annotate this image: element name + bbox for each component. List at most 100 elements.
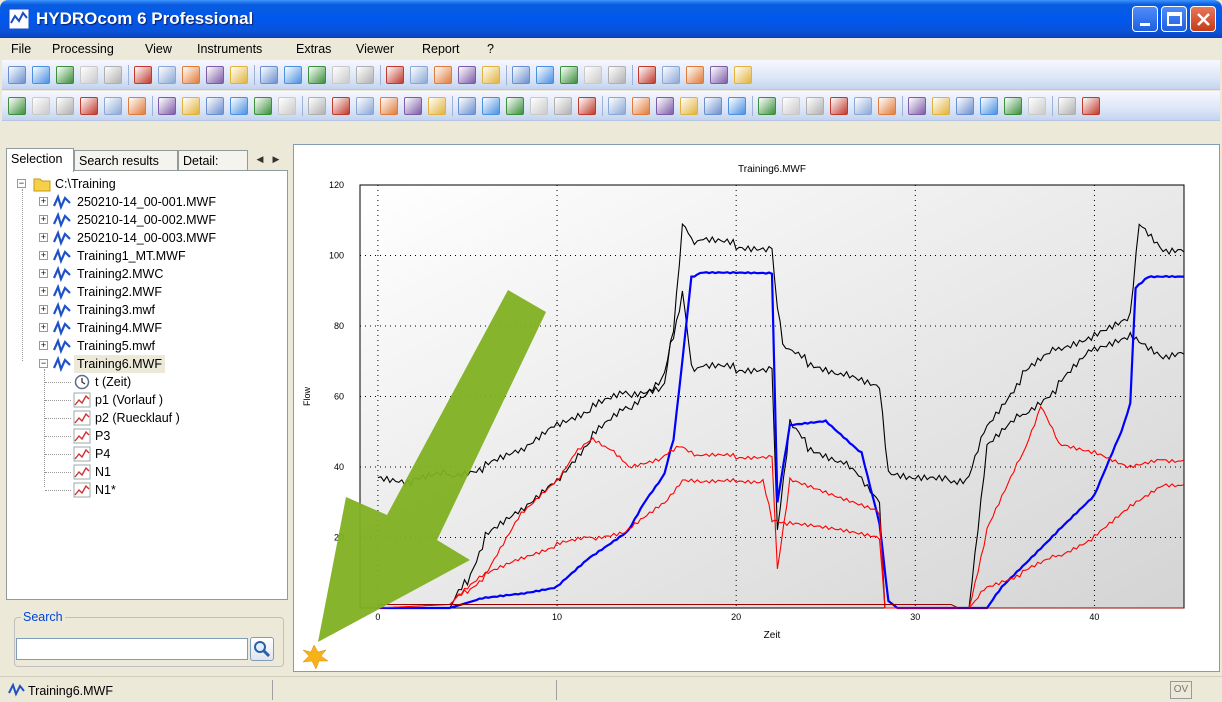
processing-tool-icon[interactable] [386, 66, 404, 84]
main-tool-icon[interactable] [158, 97, 176, 115]
processing-tool-icon[interactable] [458, 66, 476, 84]
processing-tool-icon[interactable] [512, 66, 530, 84]
processing-tool-icon[interactable] [134, 66, 152, 84]
main-tool-icon[interactable] [980, 97, 998, 115]
main-tool-icon[interactable] [908, 97, 926, 115]
main-tool-icon[interactable] [458, 97, 476, 115]
main-tool-icon[interactable] [656, 97, 674, 115]
main-tool-icon[interactable] [308, 97, 326, 115]
main-tool-icon[interactable] [608, 97, 626, 115]
expand-icon[interactable]: + [39, 287, 48, 296]
tree-item-channel[interactable]: P3 [7, 427, 287, 445]
main-tool-icon[interactable] [758, 97, 776, 115]
tree-item-file[interactable]: + Training2.MWC [7, 265, 287, 283]
expand-icon[interactable]: + [39, 251, 48, 260]
main-tool-icon[interactable] [506, 97, 524, 115]
menu-view[interactable]: View [145, 42, 172, 56]
expand-icon[interactable]: + [39, 341, 48, 350]
expand-icon[interactable]: + [39, 197, 48, 206]
expand-icon[interactable]: + [39, 233, 48, 242]
collapse-icon[interactable]: − [39, 359, 48, 368]
main-tool-icon[interactable] [182, 97, 200, 115]
tree-item-file[interactable]: + Training4.MWF [7, 319, 287, 337]
expand-icon[interactable]: + [39, 323, 48, 332]
processing-tool-icon[interactable] [638, 66, 656, 84]
processing-tool-icon[interactable] [410, 66, 428, 84]
main-tool-icon[interactable] [482, 97, 500, 115]
search-button[interactable] [250, 637, 274, 661]
menu-processing[interactable]: Processing [52, 42, 114, 56]
menu-instruments[interactable]: Instruments [197, 42, 262, 56]
processing-tool-icon[interactable] [356, 66, 374, 84]
processing-tool-icon[interactable] [230, 66, 248, 84]
menu-file[interactable]: File [11, 42, 31, 56]
processing-tool-icon[interactable] [536, 66, 554, 84]
tab-selection[interactable]: Selection [6, 148, 74, 172]
close-button[interactable] [1190, 6, 1216, 32]
main-tool-icon[interactable] [1082, 97, 1100, 115]
main-tool-icon[interactable] [332, 97, 350, 115]
main-tool-icon[interactable] [728, 97, 746, 115]
tree-item-channel[interactable]: P4 [7, 445, 287, 463]
menu-help[interactable]: ? [487, 42, 494, 56]
processing-tool-icon[interactable] [104, 66, 122, 84]
main-tool-icon[interactable] [878, 97, 896, 115]
tree-item-channel[interactable]: t (Zeit) [7, 373, 287, 391]
main-tool-icon[interactable] [428, 97, 446, 115]
main-tool-icon[interactable] [206, 97, 224, 115]
processing-tool-icon[interactable] [8, 66, 26, 84]
processing-tool-icon[interactable] [734, 66, 752, 84]
tree-item-file[interactable]: + Training5.mwf [7, 337, 287, 355]
main-tool-icon[interactable] [80, 97, 98, 115]
processing-tool-icon[interactable] [56, 66, 74, 84]
tree-item-file[interactable]: +250210-14_00-002.MWF [7, 211, 287, 229]
expand-icon[interactable]: + [39, 269, 48, 278]
processing-tool-icon[interactable] [80, 66, 98, 84]
tree-item-file[interactable]: + Training2.MWF [7, 283, 287, 301]
main-tool-icon[interactable] [830, 97, 848, 115]
tab-scroll-right-icon[interactable]: ▶ [268, 150, 284, 168]
main-tool-icon[interactable] [278, 97, 296, 115]
processing-tool-icon[interactable] [686, 66, 704, 84]
main-tool-icon[interactable] [8, 97, 26, 115]
tree-item-channel[interactable]: N1 [7, 463, 287, 481]
tree-item-file[interactable]: + Training1_MT.MWF [7, 247, 287, 265]
main-tool-icon[interactable] [1028, 97, 1046, 115]
main-tool-icon[interactable] [404, 97, 422, 115]
maximize-button[interactable] [1161, 6, 1187, 32]
processing-tool-icon[interactable] [560, 66, 578, 84]
main-tool-icon[interactable] [32, 97, 50, 115]
tree-root[interactable]: − C:\Training [7, 175, 287, 193]
main-tool-icon[interactable] [56, 97, 74, 115]
tree-item-channel[interactable]: p1 (Vorlauf ) [7, 391, 287, 409]
collapse-icon[interactable]: − [17, 179, 26, 188]
main-tool-icon[interactable] [1004, 97, 1022, 115]
search-input[interactable] [16, 638, 248, 660]
main-tool-icon[interactable] [128, 97, 146, 115]
main-tool-icon[interactable] [554, 97, 572, 115]
main-tool-icon[interactable] [854, 97, 872, 115]
main-tool-icon[interactable] [530, 97, 548, 115]
main-tool-icon[interactable] [680, 97, 698, 115]
processing-tool-icon[interactable] [482, 66, 500, 84]
tree-item-file[interactable]: +250210-14_00-003.MWF [7, 229, 287, 247]
main-tool-icon[interactable] [956, 97, 974, 115]
expand-icon[interactable]: + [39, 305, 48, 314]
processing-tool-icon[interactable] [182, 66, 200, 84]
flow-chart[interactable]: 0 10 20 30 40 20 40 60 80 100 120 Training6.MWF Ze… [294, 145, 1219, 671]
minimize-button[interactable] [1132, 6, 1158, 32]
processing-tool-icon[interactable] [308, 66, 326, 84]
main-tool-icon[interactable] [1058, 97, 1076, 115]
tree-item-file[interactable]: − Training6.MWF [7, 355, 287, 373]
tab-details[interactable]: Detail: [178, 150, 248, 170]
tree-item-file[interactable]: +250210-14_00-001.MWF [7, 193, 287, 211]
processing-tool-icon[interactable] [710, 66, 728, 84]
tree-item-channel[interactable]: p2 (Ruecklauf ) [7, 409, 287, 427]
processing-tool-icon[interactable] [608, 66, 626, 84]
main-tool-icon[interactable] [578, 97, 596, 115]
main-tool-icon[interactable] [104, 97, 122, 115]
main-tool-icon[interactable] [380, 97, 398, 115]
expand-icon[interactable]: + [39, 215, 48, 224]
processing-tool-icon[interactable] [584, 66, 602, 84]
main-tool-icon[interactable] [356, 97, 374, 115]
